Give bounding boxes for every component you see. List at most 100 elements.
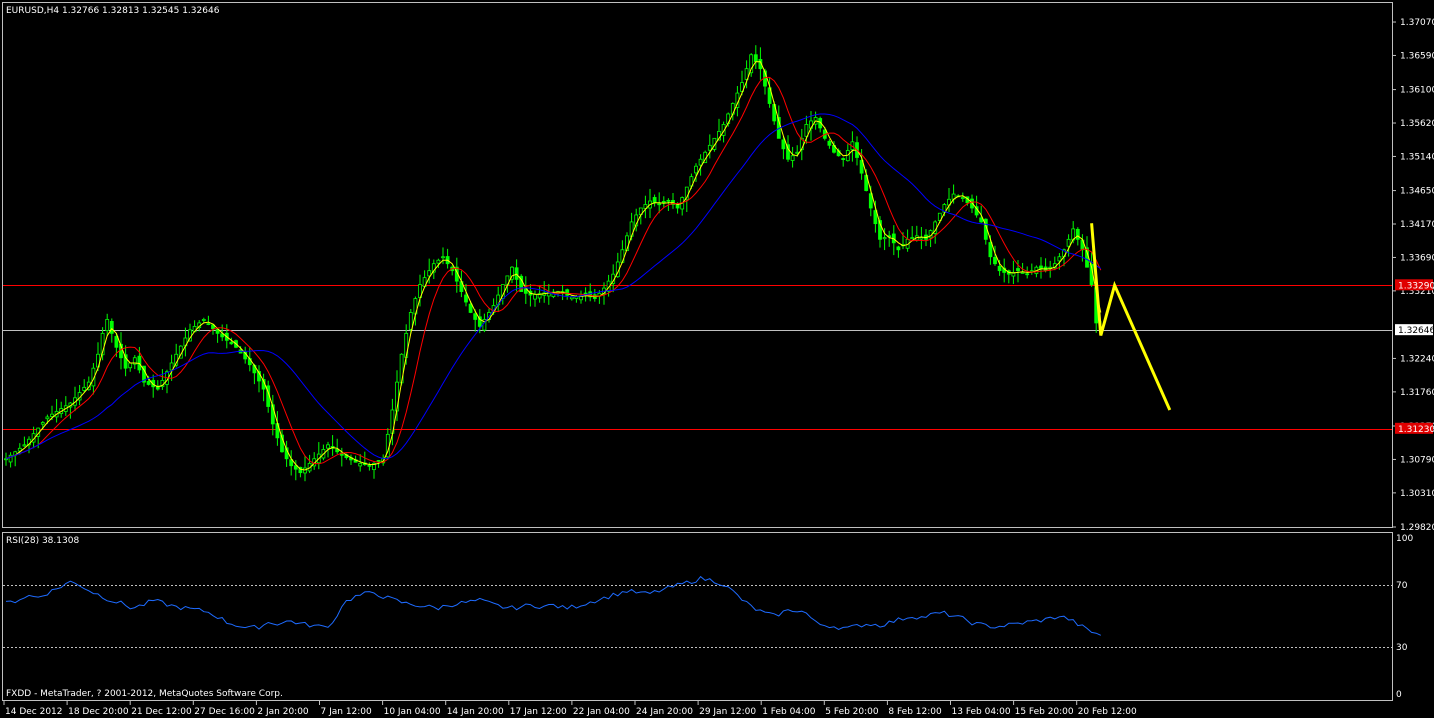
candle: [201, 317, 206, 323]
time-tick-label: 2 Jan 20:00: [257, 707, 309, 717]
time-tick-label: 15 Feb 20:00: [1015, 707, 1074, 717]
time-tick-label: 18 Dec 20:00: [68, 707, 129, 717]
candle: [542, 281, 547, 303]
candle: [330, 435, 335, 456]
candles: [4, 45, 1103, 482]
price-tick-label: 1.30790: [1400, 455, 1434, 465]
candle: [1039, 257, 1043, 279]
time-tick-label: 14 Jan 20:00: [447, 707, 504, 717]
candle: [8, 452, 13, 468]
time-tick-label: 10 Jan 04:00: [384, 707, 441, 717]
time-tick-label: 27 Dec 16:00: [194, 707, 255, 717]
time-tick-label: 17 Jan 12:00: [510, 707, 567, 717]
candle: [454, 257, 459, 293]
candle: [450, 265, 455, 276]
price-tick-label: 1.31760: [1400, 388, 1434, 398]
candle: [385, 428, 390, 460]
main-chart-frame: [2, 2, 1393, 528]
candle: [947, 187, 951, 213]
level-price-tag: 1.31230: [1398, 425, 1434, 435]
ma-slow-line: [5, 113, 1102, 460]
candle: [4, 452, 8, 466]
candle: [132, 355, 137, 370]
current-price-tag: 1.32646: [1398, 326, 1434, 336]
candle: [1029, 263, 1034, 275]
candle: [303, 455, 307, 482]
zigzag-projection-line[interactable]: [1090, 223, 1172, 411]
ma-fast-line: [5, 61, 1102, 471]
candle: [22, 436, 27, 447]
rsi-tick-label: 30: [1396, 643, 1408, 653]
rsi-panel: 100 70 30 0: [3, 534, 1413, 700]
candle: [643, 195, 648, 219]
candle: [592, 288, 597, 302]
price-tick-label: 1.32240: [1400, 354, 1434, 364]
candle: [1052, 256, 1057, 271]
time-tick-label: 21 Dec 12:00: [131, 707, 192, 717]
rsi-tick-label: 100: [1396, 534, 1413, 544]
rsi-frame: [2, 532, 1393, 701]
candle: [919, 226, 924, 250]
time-tick-label: 13 Feb 04:00: [952, 707, 1011, 717]
time-tick-label: 24 Jan 20:00: [636, 707, 693, 717]
price-tick-label: 1.37070: [1400, 18, 1434, 28]
candle: [275, 411, 280, 446]
horizontal-levels: [3, 285, 1392, 430]
candle: [307, 454, 312, 474]
candle: [914, 225, 919, 242]
level-price-tag: 1.33290: [1398, 281, 1434, 291]
time-tick-label: 29 Jan 12:00: [699, 707, 756, 717]
candle: [671, 193, 675, 209]
candle: [284, 440, 289, 467]
candle: [289, 450, 294, 476]
chart-header: EURUSD,H4 1.32766 1.32813 1.32545 1.3264…: [6, 6, 220, 16]
price-tick-label: 1.36100: [1400, 86, 1434, 96]
time-tick-label: 22 Jan 04:00: [573, 707, 630, 717]
candle: [661, 196, 666, 208]
candle: [652, 194, 657, 207]
candle: [358, 454, 363, 472]
candle: [316, 442, 321, 470]
candle: [63, 396, 68, 416]
candle: [335, 438, 340, 455]
rsi-tick-label: 0: [1396, 690, 1402, 700]
candle: [54, 399, 59, 423]
candle: [818, 116, 823, 133]
candle: [1002, 258, 1007, 283]
time-tick-label: 1 Feb 04:00: [762, 707, 816, 717]
candle: [215, 329, 220, 343]
price-tick-label: 1.35620: [1400, 119, 1434, 129]
candle: [261, 373, 266, 402]
price-tick-label: 1.36590: [1400, 51, 1434, 61]
candle: [169, 354, 174, 381]
time-tick-label: 7 Jan 12:00: [321, 707, 373, 717]
candle: [896, 245, 901, 258]
candle: [155, 380, 160, 391]
price-tick-label: 1.29820: [1400, 523, 1434, 533]
candle: [59, 401, 64, 418]
moving-averages: [5, 61, 1102, 471]
chart-canvas: EURUSD,H4 1.32766 1.32813 1.32545 1.3264…: [2, 2, 1434, 717]
rsi-header: RSI(28) 38.1308: [6, 536, 79, 546]
candle: [753, 45, 758, 70]
rsi-tick-label: 70: [1396, 581, 1408, 591]
price-tick-label: 1.34170: [1400, 220, 1434, 230]
candle: [910, 226, 915, 240]
candle: [533, 290, 537, 307]
time-tick-label: 14 Dec 2012: [5, 707, 63, 717]
candle: [569, 295, 574, 301]
candle: [82, 379, 87, 393]
candle: [887, 230, 892, 247]
price-tick-label: 1.33690: [1400, 253, 1434, 263]
candle: [790, 146, 795, 168]
candle: [151, 374, 156, 398]
candle: [546, 283, 551, 305]
candle: [749, 53, 754, 77]
price-tick-label: 1.30310: [1400, 489, 1434, 499]
candle: [588, 283, 593, 302]
time-tick-label: 8 Feb 12:00: [888, 707, 942, 717]
candle: [77, 385, 82, 406]
candle: [707, 134, 712, 159]
candle: [528, 284, 533, 307]
candle: [445, 248, 450, 269]
